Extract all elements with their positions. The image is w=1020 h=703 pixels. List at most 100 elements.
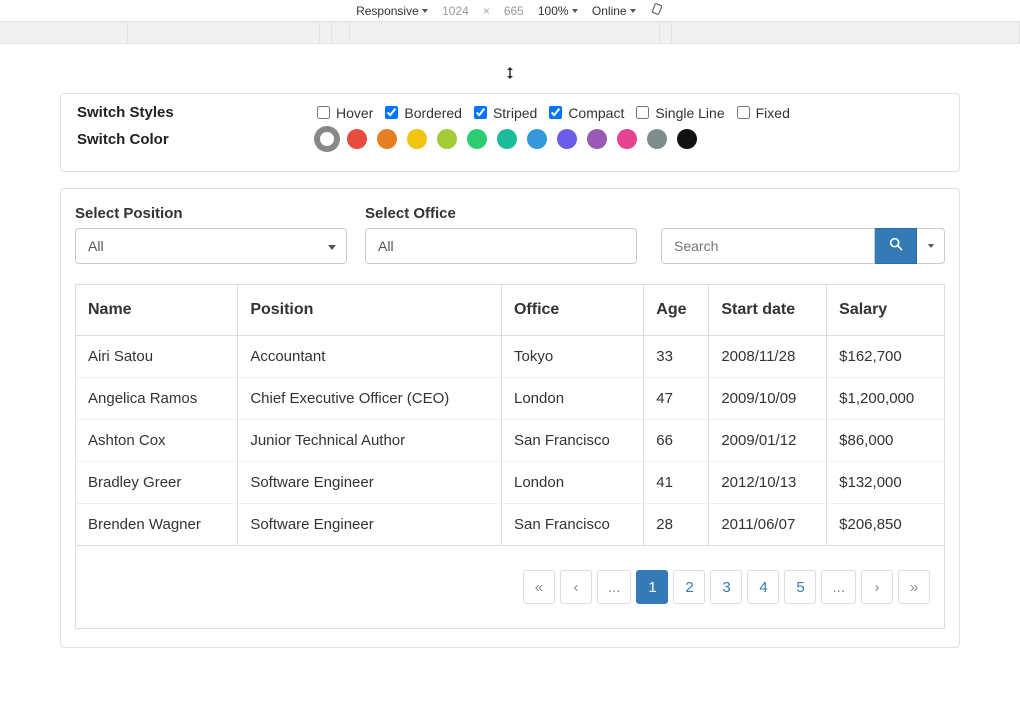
page-ellipsis[interactable]: ... bbox=[821, 570, 856, 604]
chevron-down-icon bbox=[328, 238, 336, 254]
page-prev[interactable]: ‹ bbox=[560, 570, 592, 604]
table-cell: Junior Technical Author bbox=[238, 420, 502, 462]
page-ellipsis[interactable]: ... bbox=[597, 570, 632, 604]
color-swatch[interactable] bbox=[377, 129, 397, 149]
table-row: Airi SatouAccountantTokyo332008/11/28$16… bbox=[76, 336, 945, 378]
table-row: Brenden WagnerSoftware EngineerSan Franc… bbox=[76, 504, 945, 546]
table-header-cell[interactable]: Name bbox=[76, 285, 238, 336]
table-cell: $162,700 bbox=[827, 336, 945, 378]
page-4[interactable]: 4 bbox=[747, 570, 779, 604]
table-cell: Bradley Greer bbox=[76, 462, 238, 504]
color-swatch[interactable] bbox=[587, 129, 607, 149]
style-checkbox[interactable] bbox=[737, 106, 750, 119]
search-input[interactable] bbox=[661, 228, 875, 264]
style-option-label: Striped bbox=[493, 105, 537, 121]
table-row: Angelica RamosChief Executive Officer (C… bbox=[76, 378, 945, 420]
table-cell: $86,000 bbox=[827, 420, 945, 462]
style-checkbox[interactable] bbox=[636, 106, 649, 119]
style-option-striped[interactable]: Striped bbox=[474, 105, 537, 121]
caret-down-icon bbox=[928, 244, 934, 248]
table-cell: 2009/01/12 bbox=[709, 420, 827, 462]
switch-styles-label: Switch Styles bbox=[77, 104, 307, 121]
style-option-bordered[interactable]: Bordered bbox=[385, 105, 462, 121]
style-checkbox[interactable] bbox=[385, 106, 398, 119]
style-checkbox[interactable] bbox=[317, 106, 330, 119]
style-option-label: Compact bbox=[568, 105, 624, 121]
table-cell: Ashton Cox bbox=[76, 420, 238, 462]
table-header-cell[interactable]: Age bbox=[644, 285, 709, 336]
table-body: Airi SatouAccountantTokyo332008/11/28$16… bbox=[76, 336, 945, 546]
ruler-strip bbox=[0, 22, 1020, 44]
page-1[interactable]: 1 bbox=[636, 570, 668, 604]
table-cell: $1,200,000 bbox=[827, 378, 945, 420]
table-cell: 2009/10/09 bbox=[709, 378, 827, 420]
pagination: «‹...12345...›» bbox=[523, 570, 930, 604]
style-option-label: Single Line bbox=[655, 105, 724, 121]
table-cell: London bbox=[501, 378, 643, 420]
zoom-select[interactable]: 100% bbox=[538, 4, 578, 18]
table-cell: 33 bbox=[644, 336, 709, 378]
page-first[interactable]: « bbox=[523, 570, 555, 604]
table-cell: Brenden Wagner bbox=[76, 504, 238, 546]
table-cell: Software Engineer bbox=[238, 462, 502, 504]
data-table-wrap: NamePositionOfficeAgeStart dateSalary Ai… bbox=[75, 284, 945, 629]
table-cell: 2008/11/28 bbox=[709, 336, 827, 378]
table-cell: $206,850 bbox=[827, 504, 945, 546]
position-filter-label: Select Position bbox=[75, 205, 347, 222]
data-table: NamePositionOfficeAgeStart dateSalary Ai… bbox=[75, 284, 945, 546]
table-cell: Chief Executive Officer (CEO) bbox=[238, 378, 502, 420]
page-5[interactable]: 5 bbox=[784, 570, 816, 604]
viewport-height[interactable]: 665 bbox=[504, 4, 524, 18]
search-dropdown-toggle[interactable] bbox=[917, 228, 945, 264]
table-header-cell[interactable]: Start date bbox=[709, 285, 827, 336]
color-swatch-group bbox=[317, 129, 697, 149]
page-last[interactable]: » bbox=[898, 570, 930, 604]
switch-styles-panel: Switch Styles Hover Bordered Striped Compac… bbox=[60, 93, 960, 172]
style-checkbox[interactable] bbox=[549, 106, 562, 119]
style-option-hover[interactable]: Hover bbox=[317, 105, 373, 121]
position-select[interactable]: All bbox=[75, 228, 347, 264]
search-group bbox=[661, 228, 945, 264]
style-option-fixed[interactable]: Fixed bbox=[737, 105, 790, 121]
table-header-cell[interactable]: Office bbox=[501, 285, 643, 336]
table-cell: 47 bbox=[644, 378, 709, 420]
throttling-select[interactable]: Online bbox=[592, 4, 636, 18]
color-swatch[interactable] bbox=[407, 129, 427, 149]
office-select[interactable]: All bbox=[365, 228, 637, 264]
table-row: Ashton CoxJunior Technical AuthorSan Fra… bbox=[76, 420, 945, 462]
style-option-label: Fixed bbox=[756, 105, 790, 121]
table-header-cell[interactable]: Salary bbox=[827, 285, 945, 336]
color-swatch[interactable] bbox=[437, 129, 457, 149]
style-option-compact[interactable]: Compact bbox=[549, 105, 624, 121]
table-cell: $132,000 bbox=[827, 462, 945, 504]
search-button[interactable] bbox=[875, 228, 917, 264]
style-checkbox[interactable] bbox=[474, 106, 487, 119]
data-panel: Select Position All Select Office All bbox=[60, 188, 960, 648]
table-header-cell[interactable]: Position bbox=[238, 285, 502, 336]
page-next[interactable]: › bbox=[861, 570, 893, 604]
color-swatch[interactable] bbox=[677, 129, 697, 149]
color-swatch[interactable] bbox=[497, 129, 517, 149]
color-swatch[interactable] bbox=[647, 129, 667, 149]
color-swatch[interactable] bbox=[617, 129, 637, 149]
style-option-label: Hover bbox=[336, 105, 373, 121]
rotate-icon[interactable] bbox=[650, 2, 664, 19]
table-cell: Angelica Ramos bbox=[76, 378, 238, 420]
position-select-value: All bbox=[88, 238, 104, 254]
device-select[interactable]: Responsive bbox=[356, 4, 428, 18]
color-swatch[interactable] bbox=[347, 129, 367, 149]
table-cell: San Francisco bbox=[501, 420, 643, 462]
color-swatch[interactable] bbox=[467, 129, 487, 149]
viewport-width[interactable]: 1024 bbox=[442, 4, 469, 18]
office-select-value: All bbox=[378, 238, 394, 254]
table-cell: Software Engineer bbox=[238, 504, 502, 546]
resize-handle-icon[interactable] bbox=[504, 67, 516, 84]
color-swatch[interactable] bbox=[527, 129, 547, 149]
page-3[interactable]: 3 bbox=[710, 570, 742, 604]
color-swatch[interactable] bbox=[557, 129, 577, 149]
page-2[interactable]: 2 bbox=[673, 570, 705, 604]
style-option-single-line[interactable]: Single Line bbox=[636, 105, 724, 121]
style-option-label: Bordered bbox=[404, 105, 462, 121]
table-cell: 2011/06/07 bbox=[709, 504, 827, 546]
color-swatch[interactable] bbox=[317, 129, 337, 149]
